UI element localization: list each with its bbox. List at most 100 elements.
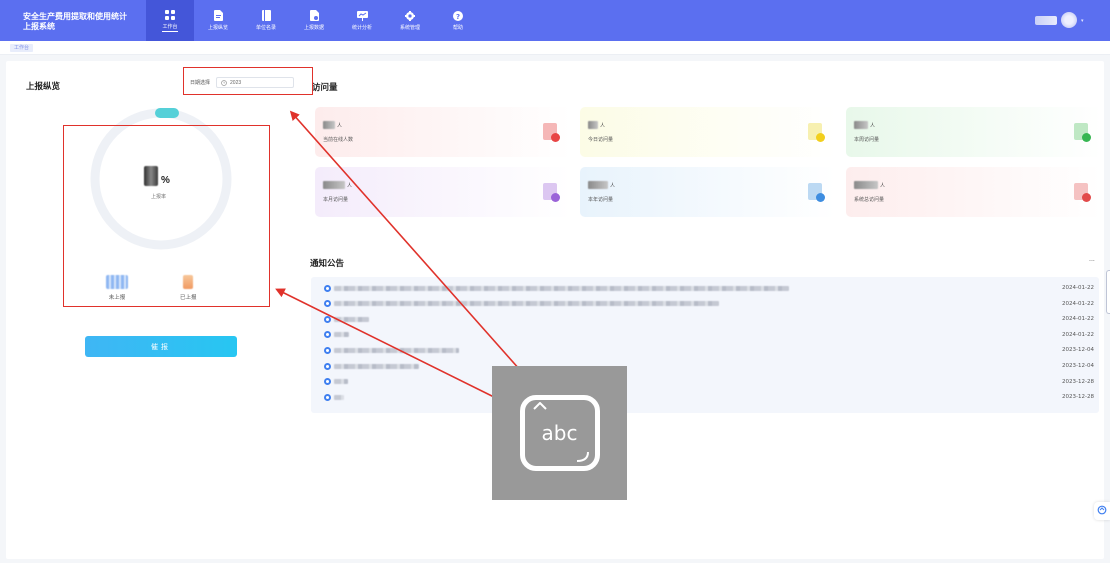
access-count-redacted bbox=[323, 121, 335, 129]
notice-title-redacted bbox=[334, 394, 344, 400]
document-stat-icon bbox=[1074, 123, 1091, 142]
reported-count-redacted bbox=[183, 275, 194, 289]
user-menu[interactable]: ▾ bbox=[1035, 12, 1086, 28]
percent-sign: % bbox=[161, 175, 170, 186]
side-drawer-handle[interactable] bbox=[1106, 270, 1110, 314]
notice-date: 2024-01-22 bbox=[1062, 285, 1094, 291]
grid-icon bbox=[165, 9, 176, 20]
nav-label: 上报数据 bbox=[303, 25, 324, 31]
nav-label: 帮助 bbox=[452, 25, 463, 31]
nav-item-system-management[interactable]: 系统管理 bbox=[386, 0, 434, 41]
not-reported-count-redacted bbox=[106, 275, 128, 289]
app-title-line-2: 上报系统 bbox=[23, 22, 55, 31]
access-card-unit: 人 bbox=[870, 122, 876, 129]
urge-report-button[interactable]: 催报 bbox=[85, 336, 237, 357]
access-card: 人本周访问量 bbox=[846, 107, 1102, 157]
year-select-input[interactable]: 2023 bbox=[216, 77, 295, 88]
notice-date: 2023-12-04 bbox=[1062, 347, 1094, 354]
data-doc-icon bbox=[309, 10, 320, 21]
list-item[interactable]: 2023-12-04 bbox=[324, 345, 1094, 355]
list-item[interactable]: 2024-01-22 bbox=[324, 283, 1094, 293]
date-value: 2023 bbox=[230, 79, 242, 86]
help-icon: ? bbox=[453, 10, 464, 21]
bullet-icon bbox=[324, 331, 331, 339]
tab-bar: 工作台 bbox=[0, 41, 1110, 55]
list-item[interactable]: 2023-12-28 bbox=[324, 392, 1094, 402]
top-nav-bar: 安全生产费用提取和使用统计 上报系统 工作台 上报纵览 单位名录 上报数据 统计… bbox=[0, 0, 1110, 41]
access-count-redacted bbox=[323, 181, 345, 189]
report-rate-number-redacted bbox=[144, 166, 158, 186]
access-card: 人本年访问量 bbox=[580, 167, 836, 217]
list-item[interactable]: 2024-01-22 bbox=[324, 314, 1094, 324]
nav-label: 系统管理 bbox=[399, 25, 420, 31]
user-name-redacted bbox=[1035, 15, 1057, 25]
tab-workbench[interactable]: 工作台 bbox=[10, 44, 34, 52]
report-rate-value: % bbox=[144, 166, 170, 186]
access-card-value: 人 bbox=[323, 181, 352, 189]
keyboard-overlay-text: abc bbox=[541, 421, 578, 445]
access-card-value: 人 bbox=[854, 121, 875, 129]
access-card-unit: 人 bbox=[610, 182, 616, 189]
nav-label: 单位名录 bbox=[255, 25, 276, 31]
access-count-redacted bbox=[854, 181, 878, 189]
notice-title-redacted bbox=[334, 316, 369, 322]
document-stat-icon bbox=[543, 123, 560, 142]
report-rate-label: 上报率 bbox=[151, 194, 167, 200]
nav-item-report-overview[interactable]: 上报纵览 bbox=[194, 0, 242, 41]
document-stat-icon bbox=[808, 183, 825, 202]
notice-date: 2023-12-28 bbox=[1062, 378, 1094, 385]
overview-title: 上报纵览 bbox=[26, 81, 61, 91]
notice-date: 2023-12-04 bbox=[1062, 363, 1094, 369]
access-card: 人当前在线人数 bbox=[315, 107, 571, 157]
list-item[interactable]: 2024-01-22 bbox=[324, 299, 1094, 309]
bullet-icon bbox=[324, 346, 331, 354]
access-card-label: 本周访问量 bbox=[854, 137, 880, 143]
reported-label: 已上报 bbox=[180, 295, 197, 301]
app-title-line-1: 安全生产费用提取和使用统计 bbox=[23, 12, 127, 21]
svg-text:?: ? bbox=[456, 13, 460, 21]
document-stat-icon bbox=[543, 183, 560, 202]
access-card-label: 本年访问量 bbox=[588, 197, 614, 203]
assistant-float-button[interactable] bbox=[1094, 502, 1110, 520]
bullet-icon bbox=[324, 300, 331, 308]
nav-label: 统计分析 bbox=[351, 25, 372, 31]
access-count-redacted bbox=[588, 121, 598, 129]
nav-item-workbench[interactable]: 工作台 bbox=[146, 0, 194, 41]
bullet-icon bbox=[324, 378, 331, 386]
gear-icon bbox=[405, 10, 416, 21]
access-card-label: 当前在线人数 bbox=[323, 137, 354, 143]
notice-title-redacted bbox=[334, 379, 348, 385]
avatar[interactable] bbox=[1061, 12, 1077, 28]
list-item[interactable]: 2024-01-22 bbox=[324, 330, 1094, 340]
nav-item-help[interactable]: ? 帮助 bbox=[434, 0, 482, 41]
access-card-unit: 人 bbox=[347, 182, 353, 189]
refresh-icon bbox=[1097, 505, 1107, 517]
access-card-value: 人 bbox=[323, 121, 342, 129]
nav-item-statistics[interactable]: 统计分析 bbox=[338, 0, 386, 41]
notice-date: 2024-01-22 bbox=[1062, 331, 1094, 338]
access-card: 人系统总访问量 bbox=[846, 167, 1102, 217]
access-card: 人今日访问量 bbox=[580, 107, 836, 157]
nav-label: 工作台 bbox=[162, 24, 178, 32]
notice-title-redacted bbox=[334, 332, 349, 338]
access-card-label: 系统总访问量 bbox=[854, 197, 885, 203]
notices-more-button[interactable]: ... bbox=[1089, 256, 1095, 263]
notice-title-redacted bbox=[334, 347, 459, 353]
nav-item-unit-directory[interactable]: 单位名录 bbox=[242, 0, 290, 41]
access-title: 访问量 bbox=[312, 82, 338, 92]
list-item[interactable]: 2023-12-04 bbox=[324, 361, 1094, 371]
keyboard-overlay: abc bbox=[492, 366, 627, 500]
notice-title-redacted bbox=[334, 301, 719, 307]
notice-date: 2024-01-22 bbox=[1062, 300, 1094, 307]
access-card-unit: 人 bbox=[600, 122, 606, 129]
access-count-redacted bbox=[854, 121, 868, 129]
notice-title-redacted bbox=[334, 285, 789, 291]
chart-board-icon bbox=[356, 10, 368, 21]
bullet-icon bbox=[324, 315, 331, 323]
access-card-unit: 人 bbox=[337, 122, 343, 129]
nav-item-report-data[interactable]: 上报数据 bbox=[290, 0, 338, 41]
document-stat-icon bbox=[808, 123, 825, 142]
date-label: 日期选择 bbox=[190, 80, 211, 86]
access-card-label: 本月访问量 bbox=[323, 197, 349, 203]
list-item[interactable]: 2023-12-28 bbox=[324, 377, 1094, 387]
